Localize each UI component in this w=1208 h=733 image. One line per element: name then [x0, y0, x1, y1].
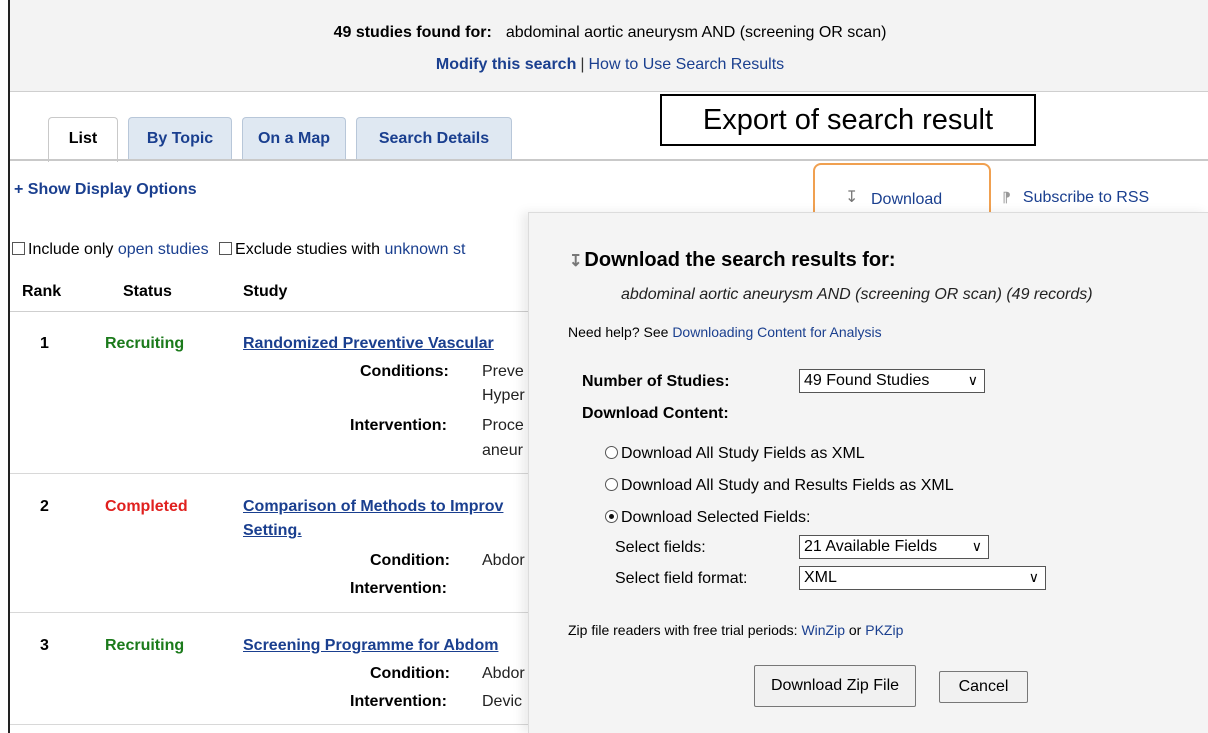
download-help: Need help? See Downloading Content for A… — [568, 324, 882, 340]
download-content-label: Download Content: — [582, 405, 729, 422]
option-selected-fields[interactable]: Download Selected Fields: — [605, 509, 810, 527]
search-summary: 49 studies found for: abdominal aortic an… — [10, 24, 1208, 42]
condition-label: Condition: — [370, 552, 450, 569]
radio-all-study-fields[interactable] — [605, 446, 618, 459]
zip-or-text: or — [848, 622, 862, 638]
zip-readers-info: Zip file readers with free trial periods… — [568, 622, 903, 638]
select-format-label: Select field format: — [615, 570, 748, 587]
show-display-options-link[interactable]: + Show Display Options — [14, 181, 197, 199]
pkzip-link[interactable]: PKZip — [865, 622, 903, 638]
exclude-text: Exclude studies with — [235, 241, 380, 258]
intervention-label: Intervention: — [350, 693, 447, 710]
row-rank: 3 — [40, 637, 49, 654]
number-of-studies-value: 49 Found Studies — [804, 372, 930, 389]
condition-value: Preve — [482, 363, 524, 380]
winzip-link[interactable]: WinZip — [801, 622, 845, 638]
link-separator: | — [580, 56, 585, 73]
search-links: Modify this search | How to Use Search Res… — [10, 56, 1208, 74]
intervention-label: Intervention: — [350, 417, 447, 434]
option-label: Download Selected Fields: — [621, 509, 811, 526]
results-table-header: Rank Status Study — [10, 280, 530, 312]
select-fields-dropdown[interactable]: 21 Available Fields ∨ — [799, 535, 989, 559]
table-row: 3 Recruiting Screening Programme for Abd… — [10, 613, 530, 725]
chevron-down-icon: ∨ — [967, 372, 978, 388]
intervention-label: Intervention: — [350, 580, 447, 597]
intervention-value: Proce — [482, 417, 524, 434]
study-title-link[interactable]: Comparison of Methods to Improv — [243, 498, 503, 516]
row-status: Recruiting — [105, 335, 185, 352]
tab-on-a-map[interactable]: On a Map — [242, 117, 346, 161]
number-of-studies-select[interactable]: 49 Found Studies ∨ — [799, 369, 985, 393]
row-status: Recruiting — [105, 637, 185, 654]
conditions-label: Conditions: — [360, 363, 449, 380]
option-label: Download All Study and Results Fields as… — [621, 477, 954, 494]
download-panel: ↧ Download the search results for: abdomi… — [528, 212, 1208, 733]
subscribe-rss-link[interactable]: ⁋ Subscribe to RSS — [1002, 189, 1149, 207]
filter-options: Include only open studies Exclude studie… — [12, 241, 465, 259]
tab-search-details[interactable]: Search Details — [356, 117, 512, 161]
cancel-button[interactable]: Cancel — [939, 671, 1028, 703]
download-icon: ↧ — [845, 189, 859, 206]
option-all-study-fields[interactable]: Download All Study Fields as XML — [605, 445, 865, 463]
studies-count: 49 studies found for: — [333, 24, 492, 41]
download-icon: ↧ — [569, 253, 583, 270]
condition-value: Abdor — [482, 665, 525, 682]
tab-list[interactable]: List — [48, 117, 118, 162]
row-status: Completed — [105, 498, 188, 515]
col-header-rank: Rank — [22, 283, 62, 300]
download-panel-header: ↧ Download the search results for: — [569, 249, 896, 272]
radio-selected-fields[interactable] — [605, 510, 618, 523]
number-of-studies-label: Number of Studies: — [582, 373, 730, 390]
include-open-checkbox[interactable] — [12, 242, 25, 255]
table-row: 2 Completed Comparison of Methods to Imp… — [10, 474, 530, 613]
download-query: abdominal aortic aneurysm AND (screening… — [621, 286, 1093, 303]
study-title-link[interactable]: Screening Programme for Abdom — [243, 637, 498, 655]
unknown-status-link[interactable]: unknown st — [384, 241, 465, 258]
rss-label[interactable]: Subscribe to RSS — [1023, 189, 1149, 206]
zip-text: Zip file readers with free trial periods… — [568, 622, 798, 638]
table-row: 1 Recruiting Randomized Preventive Vascu… — [10, 313, 530, 474]
study-title-link-continued[interactable]: Setting. — [243, 522, 302, 540]
radio-all-study-results-fields[interactable] — [605, 478, 618, 491]
downloading-content-link[interactable]: Downloading Content for Analysis — [672, 324, 881, 340]
option-all-study-results-fields[interactable]: Download All Study and Results Fields as… — [605, 477, 954, 495]
tab-divider — [10, 159, 1208, 161]
option-label: Download All Study Fields as XML — [621, 445, 865, 462]
select-format-value: XML — [804, 569, 837, 586]
search-query: abdominal aortic aneurysm AND (screening… — [505, 24, 887, 41]
how-to-use-link[interactable]: How to Use Search Results — [589, 56, 785, 73]
exclude-unknown-checkbox[interactable] — [219, 242, 233, 255]
select-format-dropdown[interactable]: XML ∨ — [799, 566, 1046, 590]
download-panel-title: Download the search results for: — [584, 249, 896, 271]
include-text: Include only — [28, 241, 114, 258]
chevron-down-icon: ∨ — [1028, 569, 1039, 585]
annotation-callout: Export of search result — [660, 94, 1036, 146]
rss-icon: ⁋ — [1002, 189, 1011, 205]
help-text: Need help? See — [568, 324, 669, 340]
row-rank: 2 — [40, 498, 49, 515]
select-fields-label: Select fields: — [615, 539, 706, 556]
row-rank: 1 — [40, 335, 49, 352]
modify-search-link[interactable]: Modify this search — [436, 56, 576, 73]
tab-by-topic[interactable]: By Topic — [128, 117, 232, 161]
chevron-down-icon: ∨ — [971, 538, 982, 554]
page-frame: 49 studies found for: abdominal aortic an… — [8, 0, 1208, 733]
condition-value: Abdor — [482, 552, 525, 569]
open-studies-link[interactable]: open studies — [118, 241, 209, 258]
condition-label: Condition: — [370, 665, 450, 682]
intervention-value: Devic — [482, 693, 523, 710]
col-header-status: Status — [123, 283, 172, 300]
col-header-study: Study — [243, 283, 288, 300]
condition-value: Hyper — [482, 387, 525, 404]
download-zip-button[interactable]: Download Zip File — [754, 665, 916, 707]
download-link-label[interactable]: Download — [871, 191, 942, 209]
select-fields-value: 21 Available Fields — [804, 538, 938, 555]
study-title-link[interactable]: Randomized Preventive Vascular — [243, 335, 494, 353]
search-summary-bar: 49 studies found for: abdominal aortic an… — [10, 0, 1208, 92]
intervention-value: aneur — [482, 442, 523, 459]
